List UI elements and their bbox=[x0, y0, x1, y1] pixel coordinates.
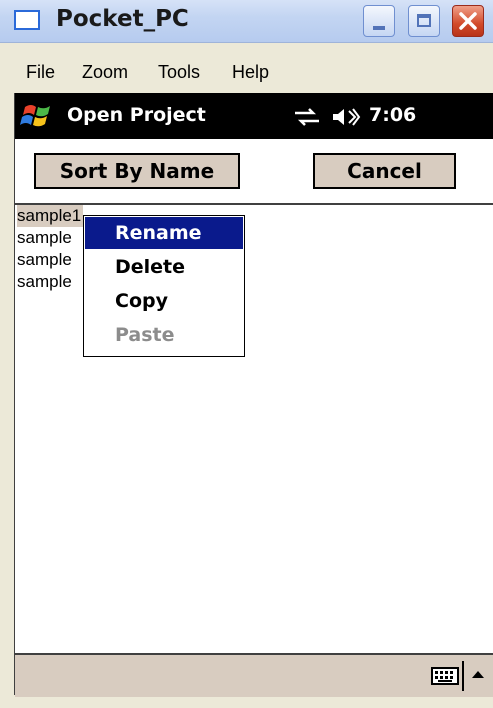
windows-flag-icon[interactable] bbox=[19, 101, 55, 131]
menu-bar: File Zoom Tools Help bbox=[0, 56, 493, 90]
clock-time[interactable]: 7:06 bbox=[369, 104, 416, 126]
menu-zoom[interactable]: Zoom bbox=[82, 62, 128, 83]
app-window-icon bbox=[14, 10, 40, 30]
minimize-button[interactable] bbox=[363, 5, 395, 37]
list-item[interactable]: sample bbox=[17, 227, 72, 249]
screen-title: Open Project bbox=[67, 104, 206, 126]
menu-item-delete[interactable]: Delete bbox=[85, 251, 243, 283]
close-button[interactable] bbox=[452, 5, 484, 37]
window-title: Pocket_PC bbox=[56, 6, 189, 32]
emulator-window: Pocket_PC File Zoom Tools Help Open Proj… bbox=[0, 0, 493, 708]
keyboard-icon[interactable] bbox=[431, 667, 459, 685]
menu-item-copy[interactable]: Copy bbox=[85, 285, 243, 317]
connectivity-icon[interactable] bbox=[293, 107, 321, 127]
menu-item-paste: Paste bbox=[115, 324, 175, 346]
cancel-button[interactable]: Cancel bbox=[313, 153, 456, 189]
list-item[interactable]: sample bbox=[17, 249, 72, 271]
menu-softkey-bar bbox=[15, 653, 493, 697]
menu-help[interactable]: Help bbox=[232, 62, 269, 83]
menu-item-rename[interactable]: Rename bbox=[85, 217, 243, 249]
device-screen: Open Project 7:06 Sort By Name Cancel sa… bbox=[14, 93, 493, 697]
up-arrow-icon[interactable] bbox=[471, 669, 485, 679]
sip-divider bbox=[462, 661, 464, 691]
sort-by-name-button[interactable]: Sort By Name bbox=[34, 153, 240, 189]
maximize-icon bbox=[417, 14, 431, 27]
speaker-icon[interactable] bbox=[331, 107, 361, 127]
menu-tools[interactable]: Tools bbox=[158, 62, 200, 83]
button-row: Sort By Name Cancel bbox=[15, 139, 493, 199]
navigation-bar: Open Project 7:06 bbox=[15, 93, 493, 139]
minimize-icon bbox=[373, 26, 385, 30]
context-menu: Rename Delete Copy Paste bbox=[83, 215, 245, 357]
maximize-button[interactable] bbox=[408, 5, 440, 37]
title-bar[interactable]: Pocket_PC bbox=[0, 0, 493, 43]
menu-file[interactable]: File bbox=[26, 62, 55, 83]
list-item[interactable]: sample1 bbox=[17, 205, 84, 227]
close-icon bbox=[459, 12, 477, 30]
list-item[interactable]: sample bbox=[17, 271, 72, 293]
